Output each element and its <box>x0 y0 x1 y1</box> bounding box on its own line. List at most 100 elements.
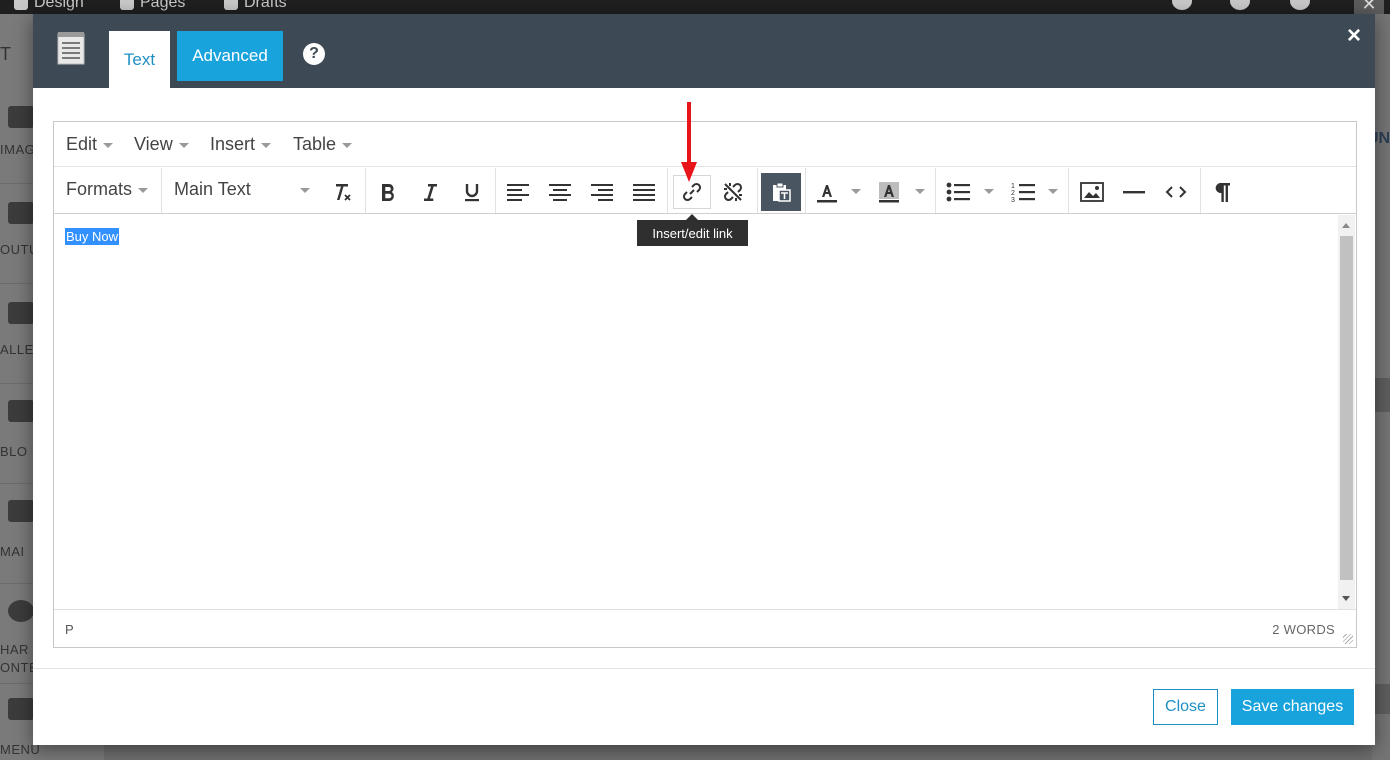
menu-view[interactable]: View <box>134 134 189 155</box>
numbered-list-dropdown-icon[interactable] <box>1048 189 1058 194</box>
toolbar-divider <box>1200 168 1201 213</box>
refresh-icon <box>8 600 34 622</box>
background-topbar: Design Pages Drafts ✕ <box>0 0 1390 14</box>
align-left-icon <box>507 184 529 201</box>
save-changes-button[interactable]: Save changes <box>1231 689 1354 725</box>
annotation-arrow-icon <box>681 102 697 182</box>
paste-text-icon <box>773 182 791 202</box>
align-center-icon <box>549 184 571 201</box>
menu-insert-label: Insert <box>210 134 256 154</box>
numbered-list-button[interactable]: 123 <box>1005 175 1041 209</box>
tv-icon <box>8 202 34 224</box>
toolbar-divider <box>365 168 366 213</box>
style-select[interactable]: Main Text <box>174 179 310 200</box>
gear-icon <box>14 0 28 10</box>
tv-icon <box>8 302 34 324</box>
code-icon <box>1165 186 1187 198</box>
clear-formatting-icon <box>336 184 351 201</box>
clear-formatting-button[interactable] <box>324 175 360 209</box>
pages-icon <box>120 0 134 10</box>
element-path[interactable]: P <box>65 622 74 637</box>
chevron-down-icon <box>342 143 353 148</box>
chevron-down-icon <box>300 188 310 193</box>
paragraph-icon <box>1215 183 1230 202</box>
show-blocks-button[interactable] <box>1204 175 1240 209</box>
toolbar-divider <box>161 168 162 213</box>
tab-advanced[interactable]: Advanced <box>177 31 283 81</box>
chevron-down-icon <box>261 143 272 148</box>
close-button[interactable]: Close <box>1153 689 1218 725</box>
text-color-button[interactable] <box>809 175 845 209</box>
sidebar-item-label: MAI <box>0 544 25 559</box>
underline-icon <box>465 184 479 202</box>
bullet-list-button[interactable] <box>940 175 976 209</box>
background-color-button[interactable] <box>871 175 907 209</box>
bold-button[interactable] <box>370 175 406 209</box>
align-center-button[interactable] <box>542 175 578 209</box>
chat-icon <box>8 400 34 422</box>
italic-icon <box>424 184 437 201</box>
background-close-icon: ✕ <box>1354 0 1384 14</box>
sidebar-item-label: ALLE <box>0 342 34 357</box>
paste-as-text-button[interactable] <box>761 173 801 211</box>
svg-text:3: 3 <box>1011 197 1015 203</box>
bullet-list-icon <box>946 182 970 202</box>
formats-dropdown[interactable]: Formats <box>66 179 149 200</box>
tab-text[interactable]: Text <box>109 31 170 88</box>
scroll-thumb[interactable] <box>1340 236 1353 580</box>
source-code-button[interactable] <box>1158 175 1194 209</box>
text-color-dropdown-icon[interactable] <box>851 189 861 194</box>
nav-drafts: Drafts <box>224 0 287 12</box>
toolbar-divider <box>1068 168 1069 213</box>
toolbar-divider <box>805 168 806 213</box>
menu-view-label: View <box>134 134 173 154</box>
numbered-list-icon: 123 <box>1011 183 1035 203</box>
align-left-button[interactable] <box>500 175 536 209</box>
horizontal-rule-icon <box>1123 191 1145 194</box>
toolbar-divider <box>757 168 758 213</box>
link-icon <box>682 182 702 202</box>
editor-statusbar: P 2 WORDS <box>54 609 1356 647</box>
background-color-icon <box>879 182 899 203</box>
footer-divider <box>33 668 1375 669</box>
menu-table[interactable]: Table <box>293 134 353 155</box>
scroll-up-arrow-icon[interactable] <box>1342 223 1350 228</box>
toolbar-divider <box>935 168 936 213</box>
align-right-icon <box>591 184 613 201</box>
unlink-button[interactable] <box>715 175 751 209</box>
editor-scrollbar[interactable] <box>1338 215 1355 609</box>
toolbar-divider <box>495 168 496 213</box>
italic-button[interactable] <box>412 175 448 209</box>
menu-edit[interactable]: Edit <box>66 134 114 155</box>
help-icon[interactable]: ? <box>303 43 325 65</box>
background-color-dropdown-icon[interactable] <box>915 189 925 194</box>
scroll-down-arrow-icon[interactable] <box>1342 596 1350 601</box>
modal-header: Text Advanced ? × <box>33 14 1375 88</box>
gamepad-icon <box>1230 0 1250 10</box>
rich-text-editor: Edit View Insert Table Formats Main Text <box>53 121 1357 648</box>
horizontal-rule-button[interactable] <box>1116 175 1152 209</box>
bullet-list-dropdown-icon[interactable] <box>984 189 994 194</box>
unlink-icon <box>723 182 743 202</box>
drafts-icon <box>224 0 238 10</box>
text-editor-modal: Text Advanced ? × Edit View Insert Table… <box>33 14 1375 745</box>
nav-design: Design <box>14 0 84 12</box>
sidebar-item-label: IMAG <box>0 142 36 157</box>
menu-table-label: Table <box>293 134 337 154</box>
notepad-icon <box>57 32 85 65</box>
editor-toolbar: Formats Main Text 1 2 3 <box>54 168 1356 214</box>
sidebar-top-letter: T <box>0 44 11 64</box>
chevron-down-icon <box>178 143 189 148</box>
resize-handle-icon[interactable] <box>1343 634 1353 644</box>
image-icon <box>8 106 34 128</box>
close-icon[interactable]: × <box>1347 22 1361 50</box>
svg-text:2: 2 <box>1011 190 1015 197</box>
editor-content-area[interactable]: Buy Now <box>54 215 1356 609</box>
menu-insert[interactable]: Insert <box>210 134 272 155</box>
underline-button[interactable] <box>454 175 490 209</box>
chevron-down-icon <box>138 188 149 193</box>
align-justify-button[interactable] <box>626 175 662 209</box>
insert-image-button[interactable] <box>1074 175 1110 209</box>
align-right-button[interactable] <box>584 175 620 209</box>
selected-text[interactable]: Buy Now <box>65 228 120 245</box>
